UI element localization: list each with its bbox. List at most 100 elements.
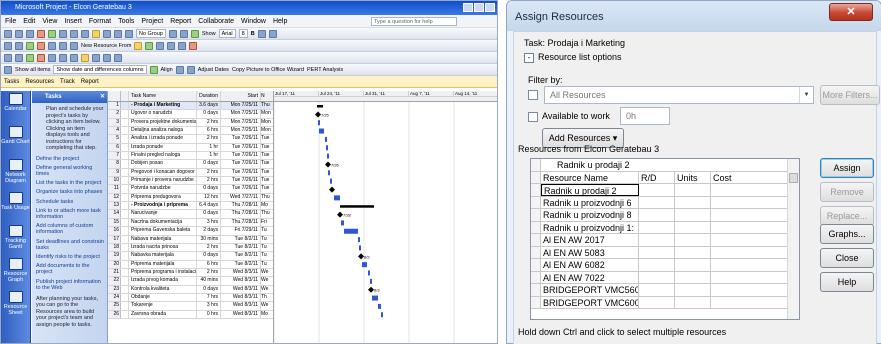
task-pane-link[interactable]: Organize tasks into phases bbox=[32, 188, 107, 197]
finish-date[interactable]: Tu bbox=[261, 244, 273, 251]
resource-cost[interactable] bbox=[711, 209, 797, 221]
table-row[interactable]: 13 - Proizvodnja i priprema 6.4 days Thu 7/… bbox=[108, 202, 273, 211]
resource-list-options[interactable]: Resource list options bbox=[538, 52, 622, 62]
task-name[interactable]: Nabava materijala bbox=[129, 235, 197, 243]
view-resource-sheet[interactable]: Resource Sheet bbox=[1, 289, 30, 322]
table-row[interactable]: 7 Finalni pregled naloga 1 hr Tue 7/26/11 Tu… bbox=[108, 152, 273, 161]
resource-rd[interactable] bbox=[639, 209, 675, 221]
resource-units[interactable] bbox=[675, 234, 711, 246]
duration[interactable]: 6 hrs bbox=[197, 260, 221, 268]
row-selector[interactable] bbox=[531, 184, 541, 196]
help-button[interactable]: Help bbox=[820, 272, 874, 292]
view-gantt-chart[interactable]: Gantt Chart bbox=[1, 124, 30, 157]
finish-date[interactable]: Tue bbox=[261, 160, 273, 167]
row-selector[interactable] bbox=[531, 259, 541, 271]
row-id[interactable]: 25 bbox=[108, 302, 121, 310]
view-tracking-gantt[interactable]: Tracking Gantt bbox=[1, 223, 30, 256]
finish-date[interactable]: Thu bbox=[261, 210, 273, 217]
resource-name[interactable]: Al EN AW 7022 bbox=[541, 271, 639, 283]
resource-units[interactable] bbox=[675, 296, 711, 308]
split-icon[interactable] bbox=[125, 29, 133, 38]
col-duration[interactable]: Duration bbox=[197, 91, 221, 101]
optimistic-icon[interactable] bbox=[26, 53, 34, 62]
resource-icon[interactable] bbox=[70, 41, 78, 50]
close-icon[interactable]: ✕ bbox=[100, 91, 105, 103]
col-rd[interactable]: R/D bbox=[639, 171, 675, 183]
task-name[interactable]: Obdanje bbox=[129, 293, 197, 302]
resource-units[interactable] bbox=[675, 271, 711, 283]
resource-name[interactable]: Radnik u prodaji 2 bbox=[541, 184, 639, 196]
col-start[interactable]: Start bbox=[221, 91, 261, 101]
finish-date[interactable]: Tu bbox=[261, 227, 273, 234]
highlight-icon[interactable] bbox=[81, 53, 89, 62]
duration[interactable]: 2 hrs bbox=[197, 168, 221, 177]
table-row[interactable]: 11 Potvrda narudzbe 0 days Tue 7/26/11 Tue bbox=[108, 185, 273, 194]
resource-cost[interactable] bbox=[711, 284, 797, 296]
task-name[interactable]: Primanje i provera narudzbe bbox=[129, 177, 197, 185]
task-name[interactable]: Ugovor o narudzbi bbox=[129, 110, 197, 118]
start-date[interactable]: Wed 8/3/11 bbox=[221, 310, 261, 318]
finish-date[interactable]: We bbox=[261, 277, 273, 284]
task-pane-link[interactable]: Link to or attach more task information bbox=[32, 207, 107, 222]
copy-picture-button[interactable]: Copy Picture to Office Wizard bbox=[232, 67, 304, 73]
indent-icon[interactable] bbox=[15, 41, 23, 50]
row-id[interactable]: 7 bbox=[108, 152, 121, 160]
finish-date[interactable]: Mo bbox=[261, 311, 273, 318]
expected-icon[interactable] bbox=[48, 53, 56, 62]
resource-name[interactable]: Al EN AW 6082 bbox=[541, 259, 639, 271]
table-row[interactable]: 4 Detaljna analiza naloga 6 hrs Mon 7/25/11… bbox=[108, 127, 273, 136]
scrollbar[interactable] bbox=[787, 159, 799, 319]
task-pane-link[interactable]: Schedule tasks bbox=[32, 198, 107, 207]
finish-date[interactable]: Tu bbox=[261, 236, 273, 243]
italic-icon[interactable] bbox=[257, 29, 266, 38]
duration[interactable]: 30 mins bbox=[197, 235, 221, 243]
row-selector[interactable] bbox=[531, 246, 541, 258]
finish-date[interactable]: Mon bbox=[261, 110, 273, 117]
table-row[interactable]: 26 Zavrsna obrada 0 hrs Wed 8/3/11 Mo bbox=[108, 310, 273, 319]
progress-icon[interactable] bbox=[167, 41, 176, 50]
finish-date[interactable]: Tue bbox=[261, 177, 273, 184]
task-pane-link[interactable]: Define the project bbox=[32, 155, 107, 164]
finish-date[interactable]: Tue bbox=[261, 152, 273, 159]
resource-cost[interactable] bbox=[711, 234, 797, 246]
table-row[interactable]: 6 Izrada ponude 1 hr Tue 7/26/11 Tue bbox=[108, 143, 273, 153]
table-row[interactable]: 17 Nabava materijala 30 mins Tue 8/2/11 Tu bbox=[108, 235, 273, 244]
close-button[interactable] bbox=[485, 3, 495, 12]
row-id[interactable]: 13 bbox=[108, 202, 121, 210]
resource-row[interactable]: Radnik u proizvodnji 1: bbox=[531, 221, 799, 234]
task-name[interactable]: Priprema materijala bbox=[129, 260, 197, 268]
start-date[interactable]: Thu 7/28/11 bbox=[221, 202, 261, 210]
row-id[interactable]: 6 bbox=[108, 143, 121, 152]
row-id[interactable]: 8 bbox=[108, 160, 121, 168]
duration[interactable]: 6 hrs bbox=[197, 127, 221, 135]
new-resource-from[interactable]: New Resource From bbox=[81, 43, 131, 49]
pert-analysis-button[interactable]: PERT Analysis bbox=[307, 67, 343, 73]
adjust-dates-button[interactable]: Adjust Dates bbox=[198, 67, 229, 73]
resource-rd[interactable] bbox=[639, 284, 675, 296]
start-date[interactable]: Tue 7/26/11 bbox=[221, 185, 261, 193]
task-name[interactable]: - Prodaja i Marketing bbox=[129, 102, 197, 110]
new-icon[interactable] bbox=[4, 29, 12, 38]
zoom-in-icon[interactable] bbox=[168, 29, 177, 38]
duration[interactable]: 0 days bbox=[197, 160, 221, 168]
risk-icon[interactable] bbox=[189, 41, 198, 50]
row-id[interactable]: 18 bbox=[108, 243, 121, 252]
task-name[interactable]: Narucivanje bbox=[129, 210, 197, 218]
start-date[interactable]: Wed 8/3/11 bbox=[221, 268, 261, 277]
task-name[interactable]: Dobijen posao bbox=[129, 160, 197, 168]
duration[interactable]: 2 hrs bbox=[197, 118, 221, 127]
task-name[interactable]: Priprema programa i instalacija bbox=[129, 268, 197, 277]
remove-button[interactable]: Remove bbox=[820, 182, 874, 202]
details-select[interactable]: Show date and differences columns bbox=[53, 65, 147, 74]
col-finish[interactable]: N bbox=[261, 91, 273, 101]
edit-value[interactable]: Radnik u prodaji 2 bbox=[541, 159, 797, 171]
resource-rd[interactable] bbox=[639, 259, 675, 271]
row-selector[interactable] bbox=[531, 221, 541, 233]
row-id[interactable]: 22 bbox=[108, 277, 121, 285]
table-row[interactable]: 14 Narucivanje 0 days Thu 7/28/11 Thu bbox=[108, 210, 273, 219]
table-row[interactable]: 1 - Prodaja i Marketing 3.6 days Mon 7/25/1… bbox=[108, 102, 273, 111]
table-row[interactable]: 3 Provera projektne dokumentacije 2 hrs Mon… bbox=[108, 118, 273, 128]
row-id[interactable]: 4 bbox=[108, 127, 121, 135]
duration[interactable]: 3 hrs bbox=[197, 218, 221, 227]
table-row[interactable]: 24 Obdanje 7 hrs Wed 8/3/11 Th bbox=[108, 293, 273, 303]
